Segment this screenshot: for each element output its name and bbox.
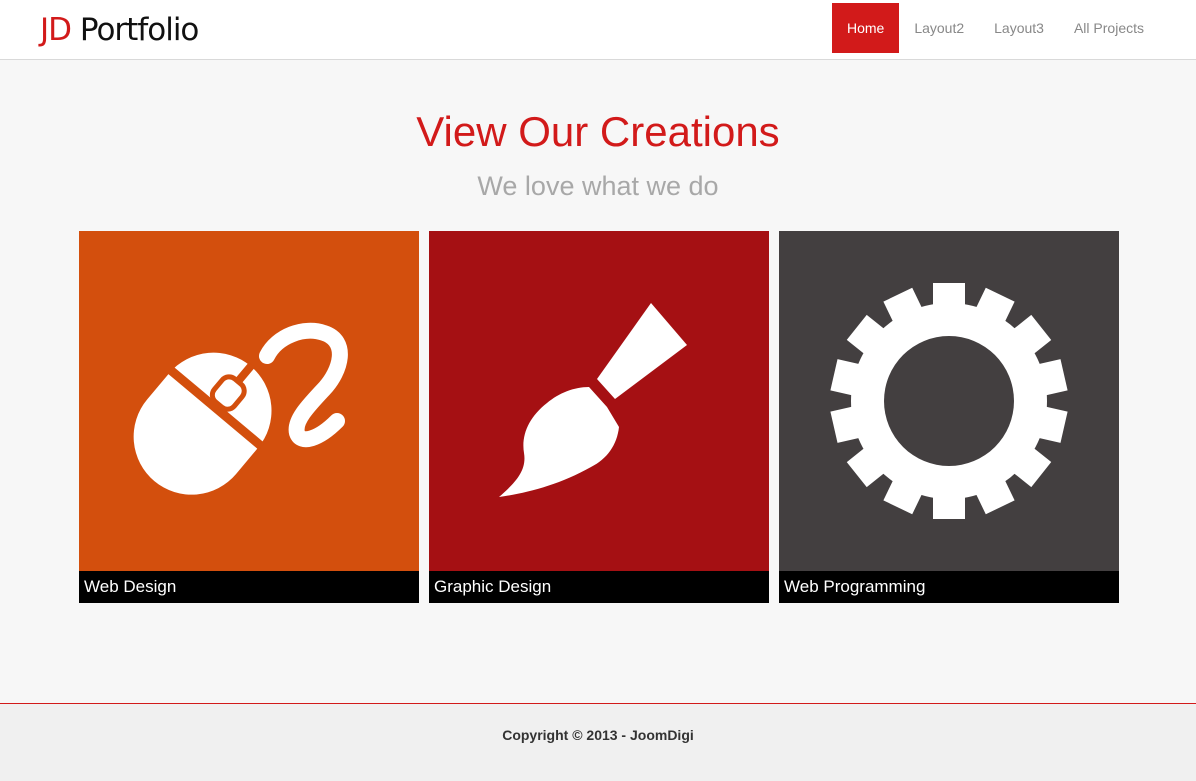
nav-all-projects[interactable]: All Projects (1059, 3, 1159, 53)
tile-caption: Graphic Design (429, 571, 769, 603)
footer: Copyright © 2013 - JoomDigi (0, 703, 1196, 781)
top-navbar: JD Portfolio Home Layout2 Layout3 All Pr… (0, 0, 1196, 60)
tile-caption: Web Design (79, 571, 419, 603)
gear-icon (779, 231, 1119, 571)
logo-text: Portfolio (79, 12, 200, 48)
page-title: View Our Creations (416, 108, 780, 155)
tile-web-programming-art (779, 231, 1119, 571)
copyright-text: Copyright © 2013 - JoomDigi (502, 727, 694, 743)
tile-web-design[interactable]: Web Design (79, 231, 419, 603)
logo-accent: JD (40, 12, 72, 48)
site-logo[interactable]: JD Portfolio (40, 11, 200, 49)
tile-caption: Web Programming (779, 571, 1119, 603)
tile-web-design-art (79, 231, 419, 571)
tile-graphic-design[interactable]: Graphic Design (429, 231, 769, 603)
nav-home[interactable]: Home (831, 3, 900, 53)
tile-web-programming[interactable]: Web Programming (779, 231, 1119, 603)
page-subtitle: We love what we do (477, 171, 719, 201)
nav-layout3[interactable]: Layout3 (979, 3, 1059, 53)
mouse-icon (79, 231, 419, 571)
nav-layout2[interactable]: Layout2 (899, 3, 979, 53)
main-nav: Home Layout2 Layout3 All Projects (831, 3, 1159, 53)
paintbrush-icon (429, 231, 769, 571)
tile-graphic-design-art (429, 231, 769, 571)
